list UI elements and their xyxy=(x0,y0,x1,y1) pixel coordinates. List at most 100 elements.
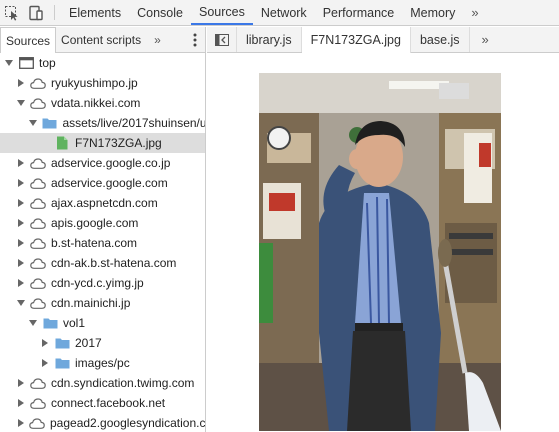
collapse-arrow-icon[interactable] xyxy=(16,258,26,268)
tree-item-label: assets/live/2017shuinsen/up xyxy=(62,116,205,130)
cloud-icon xyxy=(30,276,46,290)
tree-item-label: vol1 xyxy=(63,316,86,330)
expand-arrow-icon[interactable] xyxy=(16,98,26,108)
cloud-icon xyxy=(30,76,46,90)
collapse-arrow-icon[interactable] xyxy=(16,158,26,168)
cloud-icon xyxy=(30,156,46,170)
tab-elements[interactable]: Elements xyxy=(61,0,129,25)
tree-item-label: apis.google.com xyxy=(51,216,139,230)
tree-item-label: adservice.google.com xyxy=(51,176,168,190)
file-icon xyxy=(54,136,70,150)
tree-item-domain[interactable]: cdn-ycd.c.yimg.jp xyxy=(0,273,205,293)
navigator-tab-sources[interactable]: Sources xyxy=(0,27,57,53)
tree-item-label: F7N173ZGA.jpg xyxy=(75,136,162,150)
cloud-icon xyxy=(30,176,46,190)
editor-tab-library-js[interactable]: library.js xyxy=(237,27,302,52)
main-tab-strip: Elements Console Sources Network Performance… xyxy=(61,0,463,25)
tree-item-domain[interactable]: b.st-hatena.com xyxy=(0,233,205,253)
cloud-icon xyxy=(30,256,46,270)
folder-icon xyxy=(54,336,70,350)
cloud-icon xyxy=(30,196,46,210)
tree-item-domain[interactable]: ryukyushimpo.jp xyxy=(0,73,205,93)
collapse-arrow-icon[interactable] xyxy=(40,358,50,368)
tree-item-label: vdata.nikkei.com xyxy=(51,96,141,110)
tree-item-label: ajax.aspnetcdn.com xyxy=(51,196,158,210)
tree-item-folder[interactable]: assets/live/2017shuinsen/up xyxy=(0,113,205,133)
cloud-icon xyxy=(30,396,46,410)
sources-navigator: Sources Content scripts » top ryukyushimpo… xyxy=(0,27,206,432)
tree-item-folder[interactable]: images/pc xyxy=(0,353,205,373)
tree-item-domain[interactable]: ajax.aspnetcdn.com xyxy=(0,193,205,213)
tree-item-label: cdn-ak.b.st-hatena.com xyxy=(51,256,177,270)
tree-item-label: cdn.mainichi.jp xyxy=(51,296,131,310)
collapse-arrow-icon[interactable] xyxy=(16,178,26,188)
collapse-arrow-icon[interactable] xyxy=(16,278,26,288)
tree-item-domain[interactable]: vdata.nikkei.com xyxy=(0,93,205,113)
tree-item-label: images/pc xyxy=(75,356,130,370)
collapse-arrow-icon[interactable] xyxy=(16,238,26,248)
editor-more-tabs-button[interactable]: » xyxy=(470,27,501,52)
cursor-select-icon[interactable] xyxy=(0,0,24,25)
tree-item-label: 2017 xyxy=(75,336,102,350)
tree-item-domain[interactable]: cdn.mainichi.jp xyxy=(0,293,205,313)
cloud-icon xyxy=(30,216,46,230)
tab-performance[interactable]: Performance xyxy=(315,0,403,25)
editor-tab-base-js[interactable]: base.js xyxy=(411,27,470,52)
tab-memory[interactable]: Memory xyxy=(402,0,463,25)
tab-console[interactable]: Console xyxy=(129,0,191,25)
tab-network[interactable]: Network xyxy=(253,0,315,25)
photo-preview xyxy=(259,73,501,431)
more-tabs-button[interactable]: » xyxy=(463,0,486,25)
tree-item-domain[interactable]: cdn.syndication.twimg.com xyxy=(0,373,205,393)
devtools-toolbar: Elements Console Sources Network Performance… xyxy=(0,0,559,26)
tree-item-domain[interactable]: cdn-ak.b.st-hatena.com xyxy=(0,253,205,273)
folder-icon xyxy=(41,116,57,130)
collapse-arrow-icon[interactable] xyxy=(16,218,26,228)
tree-item-domain[interactable]: pagead2.googlesyndication.com xyxy=(0,413,205,432)
device-mode-icon[interactable] xyxy=(24,0,48,25)
tree-item-label: top xyxy=(39,56,56,70)
tree-item-label: cdn.syndication.twimg.com xyxy=(51,376,195,390)
image-preview xyxy=(259,73,501,431)
expand-arrow-icon[interactable] xyxy=(28,118,37,128)
tree-item-label: cdn-ycd.c.yimg.jp xyxy=(51,276,144,290)
toggle-navigator-icon[interactable] xyxy=(207,27,237,52)
cloud-icon xyxy=(30,376,46,390)
expand-arrow-icon[interactable] xyxy=(28,318,38,328)
expand-arrow-icon[interactable] xyxy=(4,58,14,68)
collapse-arrow-icon[interactable] xyxy=(16,78,26,88)
arrow-spacer xyxy=(40,138,50,148)
tree-item-domain[interactable]: connect.facebook.net xyxy=(0,393,205,413)
tab-sources[interactable]: Sources xyxy=(190,0,253,25)
tree-item-label: connect.facebook.net xyxy=(51,396,166,410)
collapse-arrow-icon[interactable] xyxy=(40,338,50,348)
expand-arrow-icon[interactable] xyxy=(16,298,26,308)
cloud-icon xyxy=(30,296,46,310)
tree-item-label: pagead2.googlesyndication.com xyxy=(50,416,205,430)
cloud-icon xyxy=(29,416,45,430)
navigator-tab-strip: Sources Content scripts » xyxy=(0,27,205,53)
tree-item-file[interactable]: F7N173ZGA.jpg xyxy=(0,133,205,153)
kebab-menu-icon[interactable] xyxy=(185,27,205,52)
collapse-arrow-icon[interactable] xyxy=(16,198,26,208)
tree-item-domain[interactable]: adservice.google.co.jp xyxy=(0,153,205,173)
navigator-more-button[interactable]: » xyxy=(146,27,169,52)
folder-icon xyxy=(54,356,70,370)
collapse-arrow-icon[interactable] xyxy=(16,398,26,408)
frame-icon xyxy=(18,56,34,70)
navigator-tab-content-scripts[interactable]: Content scripts xyxy=(56,27,146,52)
tree-item-domain[interactable]: adservice.google.com xyxy=(0,173,205,193)
cloud-icon xyxy=(30,236,46,250)
editor-tab-f7n173zga-jpg[interactable]: F7N173ZGA.jpg xyxy=(301,27,411,53)
tree-item-label: ryukyushimpo.jp xyxy=(51,76,138,90)
collapse-arrow-icon[interactable] xyxy=(16,418,25,428)
tree-item-label: b.st-hatena.com xyxy=(51,236,138,250)
toolbar-divider xyxy=(54,5,55,20)
collapse-arrow-icon[interactable] xyxy=(16,378,26,388)
tree-item-frame[interactable]: top xyxy=(0,53,205,73)
editor-pane: library.js F7N173ZGA.jpg base.js » xyxy=(207,27,559,432)
tree-item-domain[interactable]: apis.google.com xyxy=(0,213,205,233)
cloud-icon xyxy=(30,96,46,110)
tree-item-folder[interactable]: vol1 xyxy=(0,313,205,333)
tree-item-folder[interactable]: 2017 xyxy=(0,333,205,353)
